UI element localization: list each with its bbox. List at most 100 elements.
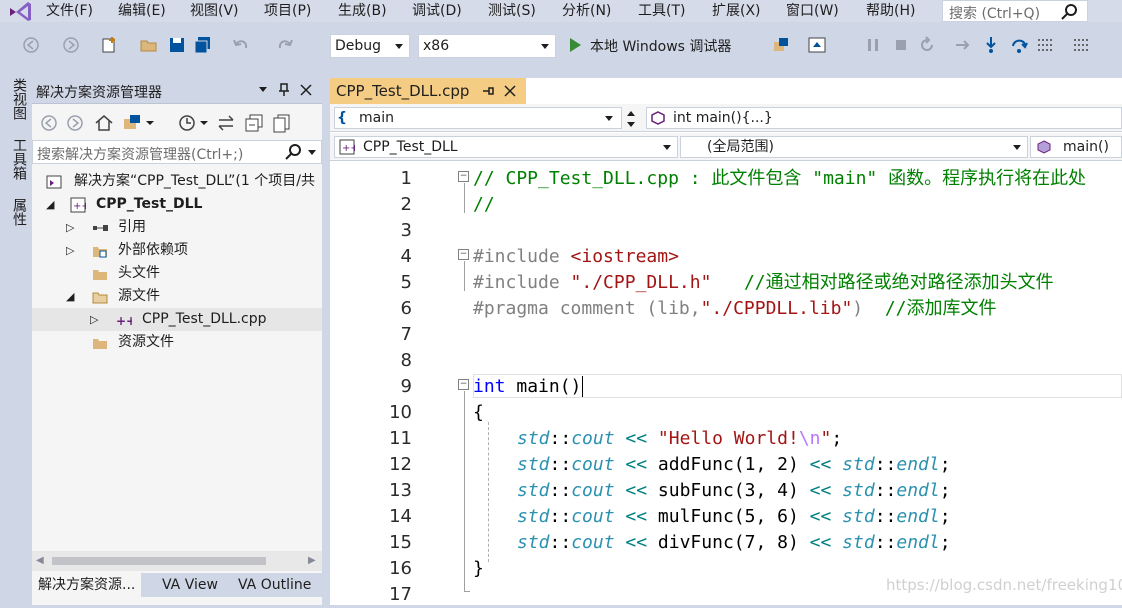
tab-class-view[interactable]: 类视图 — [4, 78, 27, 120]
save-all-icon[interactable] — [194, 36, 212, 54]
sync-icon[interactable] — [216, 113, 236, 133]
pin-icon[interactable] — [482, 85, 494, 97]
menu-window[interactable]: 窗口(W) — [786, 2, 839, 20]
menu-bar: 文件(F) 编辑(E) 视图(V) 项目(P) 生成(B) 调试(D) 测试(S… — [0, 0, 1122, 22]
project-value: CPP_Test_DLL — [363, 139, 458, 155]
tab-properties[interactable]: 属性 — [4, 198, 27, 226]
search-icon — [285, 144, 301, 160]
menu-help[interactable]: 帮助(H) — [866, 2, 915, 20]
back-icon[interactable] — [22, 36, 40, 54]
string-literal: "./CPPDLL.lib" — [700, 298, 853, 319]
uncomment-icon[interactable] — [1072, 36, 1090, 54]
config-dropdown[interactable]: Debug — [330, 34, 410, 58]
tree-item-solution[interactable]: 解决方案“CPP_Test_DLL”(1 个项目/共 — [32, 170, 322, 193]
scrollbar-thumb[interactable] — [52, 557, 266, 565]
tree-item-label: 引用 — [118, 219, 146, 235]
collapse-all-icon[interactable] — [244, 113, 264, 133]
redo-icon[interactable] — [276, 36, 294, 54]
close-icon[interactable] — [300, 84, 312, 96]
tab-toolbox[interactable]: 工具箱 — [4, 138, 27, 180]
stop-icon[interactable] — [892, 36, 910, 54]
undo-icon[interactable] — [232, 36, 250, 54]
tab-va-outline[interactable]: VA Outline — [232, 573, 317, 597]
collapsed-arrow-icon[interactable]: ▷ — [66, 239, 74, 262]
chevron-down-icon[interactable] — [258, 86, 268, 94]
menu-extensions[interactable]: 扩展(X) — [712, 2, 761, 20]
solution-search-input[interactable]: 搜索解决方案资源管理器(Ctrl+;) — [32, 140, 322, 164]
code-comment: //通过相对路径或绝对路径添加头文件 — [711, 272, 1054, 293]
show-all-files-icon[interactable] — [272, 113, 292, 133]
open-folder-icon[interactable] — [140, 36, 158, 54]
step-over-icon[interactable] — [1010, 36, 1028, 54]
tree-item-cpp-file[interactable]: ▷ ++ CPP_Test_DLL.cpp — [32, 308, 322, 331]
fold-toggle-icon[interactable]: − — [458, 171, 469, 182]
project-dropdown[interactable]: ++ CPP_Test_DLL — [334, 136, 678, 158]
expanded-arrow-icon[interactable]: ◢ — [46, 193, 54, 216]
open-folder-icon — [92, 292, 108, 304]
new-project-icon[interactable] — [100, 36, 118, 54]
menu-analyze[interactable]: 分析(N) — [562, 2, 611, 20]
tree-item-source-files[interactable]: ◢ 源文件 — [32, 285, 322, 308]
line-number: 11 — [389, 428, 412, 449]
save-icon[interactable] — [168, 36, 186, 54]
fold-toggle-icon[interactable]: − — [458, 249, 469, 260]
tree-item-label: CPP_Test_DLL.cpp — [142, 311, 267, 327]
solution-icon — [46, 175, 62, 189]
tree-item-label: 源文件 — [118, 288, 160, 304]
document-tab[interactable]: CPP_Test_DLL.cpp — [330, 78, 526, 104]
tree-item-project[interactable]: ◢ ++ CPP_Test_DLL — [32, 193, 322, 216]
tab-solution-explorer[interactable]: 解决方案资源... — [32, 573, 142, 597]
menu-file[interactable]: 文件(F) — [46, 2, 93, 20]
restart-icon[interactable] — [918, 36, 936, 54]
line-number: 10 — [389, 402, 412, 423]
scope-dropdown[interactable]: (全局范围) — [680, 136, 1028, 158]
chevron-down-icon — [1013, 145, 1021, 150]
pause-icon[interactable] — [864, 36, 882, 54]
tree-item-references[interactable]: ▷ 引用 — [32, 216, 322, 239]
collapsed-arrow-icon[interactable]: ▷ — [90, 308, 98, 331]
chevron-down-icon[interactable] — [307, 149, 317, 157]
scroll-right-icon[interactable]: ▶ — [308, 555, 316, 566]
menu-build[interactable]: 生成(B) — [338, 2, 387, 20]
fold-toggle-icon[interactable]: − — [458, 379, 469, 390]
pin-icon[interactable] — [278, 83, 290, 97]
symbol-dropdown[interactable]: { main — [334, 107, 622, 129]
start-debugger-button[interactable]: 本地 Windows 调试器 — [590, 36, 731, 56]
scroll-left-icon[interactable]: ◀ — [36, 555, 44, 566]
close-icon[interactable] — [504, 85, 516, 97]
menu-debug[interactable]: 调试(D) — [412, 2, 462, 20]
step-into-icon[interactable] — [982, 36, 1000, 54]
menu-tools[interactable]: 工具(T) — [638, 2, 685, 20]
switch-views-icon[interactable] — [122, 113, 154, 133]
tab-va-view[interactable]: VA View — [156, 573, 224, 597]
show-next-statement-icon[interactable] — [954, 36, 972, 54]
expanded-arrow-icon[interactable]: ◢ — [66, 285, 74, 308]
back-icon[interactable] — [40, 114, 58, 132]
line-number: 12 — [389, 454, 412, 475]
member-dropdown[interactable]: main() — [1030, 136, 1122, 158]
platform-dropdown[interactable]: x86 — [418, 34, 556, 58]
tree-item-header-files[interactable]: 头文件 — [32, 262, 322, 285]
horizontal-scrollbar[interactable]: ◀ ▶ — [32, 551, 322, 571]
browser-icon[interactable] — [808, 36, 826, 54]
comment-icon[interactable] — [1036, 36, 1054, 54]
forward-icon[interactable] — [62, 36, 80, 54]
code-area[interactable]: − // CPP_Test_DLL.cpp : 此文件包含 "main" 函数。… — [440, 162, 1122, 605]
spin-arrows-icon[interactable] — [624, 108, 638, 130]
play-icon[interactable] — [566, 36, 584, 54]
namespace: std — [842, 454, 875, 475]
search-box[interactable]: 搜索 (Ctrl+Q) — [942, 0, 1088, 22]
method-dropdown[interactable]: int main(){...} — [646, 107, 1122, 129]
collapsed-arrow-icon[interactable]: ▷ — [66, 216, 74, 239]
menu-project[interactable]: 项目(P) — [264, 2, 311, 20]
menu-test[interactable]: 测试(S) — [488, 2, 536, 20]
home-icon[interactable] — [94, 113, 114, 133]
tree-item-resource-files[interactable]: 资源文件 — [32, 331, 322, 354]
menu-edit[interactable]: 编辑(E) — [118, 2, 166, 20]
escape-sequence: \n — [798, 428, 821, 449]
attach-process-icon[interactable] — [772, 36, 790, 54]
tree-item-external-deps[interactable]: ▷ 外部依赖项 — [32, 239, 322, 262]
menu-view[interactable]: 视图(V) — [190, 2, 239, 20]
pending-changes-filter-icon[interactable] — [178, 113, 210, 133]
forward-icon[interactable] — [66, 114, 84, 132]
